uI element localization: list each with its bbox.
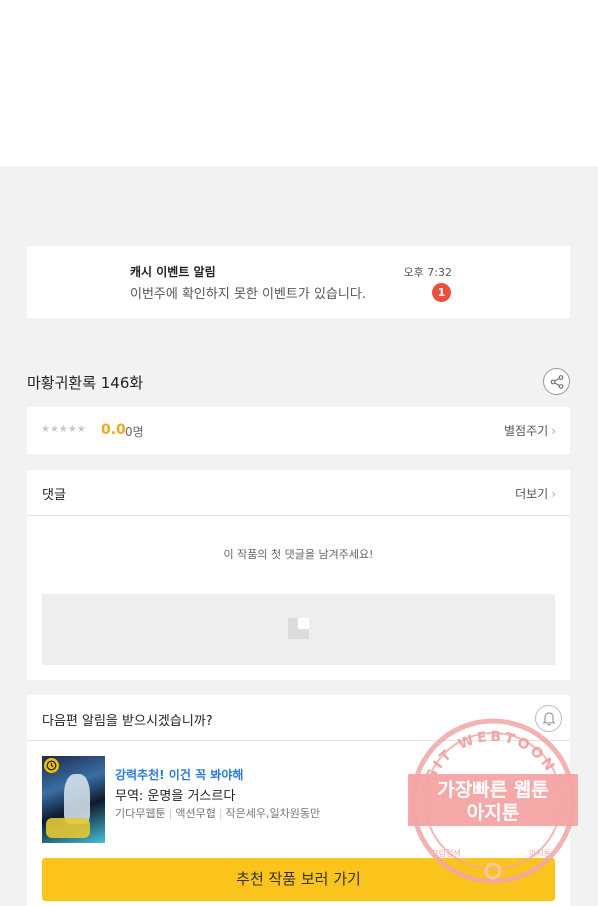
- comment-input-box[interactable]: [42, 594, 555, 665]
- rating-score: 0.0: [101, 422, 126, 438]
- top-blank-area: [0, 0, 598, 166]
- watermark-line1: 가장빠른 웹툰: [437, 779, 549, 801]
- comments-empty-message: 이 작품의 첫 댓글을 남겨주세요!: [223, 548, 374, 561]
- thumbnail-logo: [46, 818, 90, 838]
- recommended-webtoon-thumbnail[interactable]: [42, 756, 105, 843]
- notification-time: 오후 7:32: [403, 266, 452, 279]
- rate-button[interactable]: 별점주기 ›: [504, 422, 556, 439]
- watermark-line2: 아지툰: [467, 802, 519, 824]
- recommendation-tags: 기다무웹툰 | 액션무협 | 작은세우,일차원동만: [115, 807, 321, 820]
- chevron-right-icon: ›: [551, 487, 556, 501]
- watermark-stamp: AGIT WEBTOON 가장빠른 웹툰 아지툰 그림검색 아지툰: [408, 718, 578, 884]
- comment-placeholder-icon: [288, 618, 309, 639]
- recommendation-title[interactable]: 무역: 운명을 거스르다: [115, 785, 235, 804]
- share-icon: [550, 375, 564, 389]
- chevron-right-icon: ›: [551, 424, 556, 438]
- next-episode-alert-question: 다음편 알림을 받으시겠습니까?: [42, 714, 213, 729]
- rate-button-label: 별점주기: [504, 424, 549, 438]
- notification-body: 이번주에 확인하지 못한 이벤트가 있습니다.: [130, 287, 366, 302]
- notification-count-badge: 1: [432, 283, 451, 302]
- watermark-bottom-right: 아지툰: [529, 848, 551, 858]
- tag: 액션무협: [175, 807, 216, 820]
- comments-more-label: 더보기: [515, 487, 549, 501]
- share-button[interactable]: [543, 368, 570, 395]
- thumbnail-character: [64, 774, 90, 824]
- star-rating-display: ★★★★★: [41, 424, 86, 435]
- wait-free-clock-icon: [44, 758, 59, 773]
- rating-count: 0명: [125, 425, 144, 439]
- recommendation-label: 강력추천! 이건 꼭 봐야해: [115, 768, 244, 782]
- episode-title: 마황귀환록 146화: [27, 374, 144, 392]
- watermark-bottom-left: 그림검색: [431, 848, 460, 858]
- tag: 작은세우,일차원동만: [225, 807, 321, 820]
- notification-title: 캐시 이벤트 알림: [130, 265, 216, 279]
- comments-header: 댓글 더보기 ›: [27, 470, 570, 516]
- rating-card: ★★★★★ 0.0 0명 별점주기 ›: [27, 407, 570, 454]
- comments-card: 댓글 더보기 › 이 작품의 첫 댓글을 남겨주세요!: [27, 470, 570, 680]
- tag: 기다무웹툰: [115, 807, 166, 820]
- comments-more-button[interactable]: 더보기 ›: [515, 485, 556, 502]
- comments-title: 댓글: [42, 488, 66, 503]
- cash-event-notification[interactable]: 캐시 이벤트 알림 이번주에 확인하지 못한 이벤트가 있습니다. 오후 7:3…: [27, 246, 570, 318]
